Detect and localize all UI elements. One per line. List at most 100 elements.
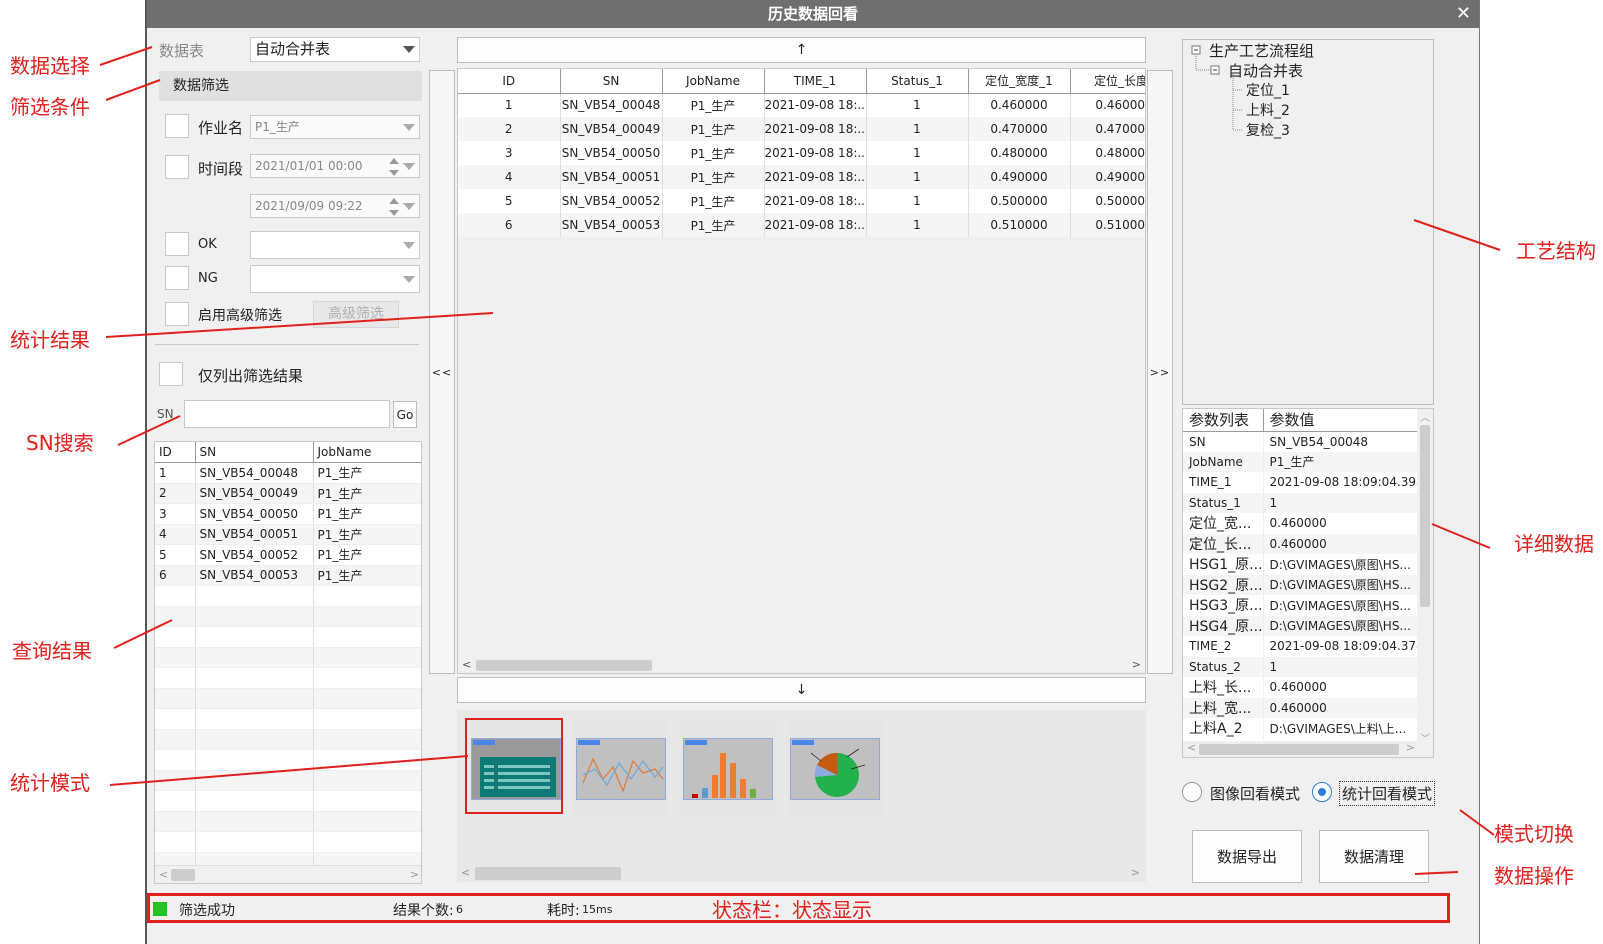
- advanced-filter-button[interactable]: 高级筛选: [313, 301, 399, 328]
- job-name-checkbox[interactable]: [165, 114, 189, 138]
- scrollbar-thumb[interactable]: [171, 869, 195, 881]
- table-row[interactable]: [155, 811, 421, 832]
- param-row[interactable]: 上料_宽... 0.460000: [1183, 697, 1420, 718]
- table-row[interactable]: [155, 790, 421, 812]
- data-clear-button[interactable]: 数据清理: [1319, 830, 1429, 883]
- param-row[interactable]: 定位_宽... 0.460000: [1183, 513, 1420, 534]
- tree-root[interactable]: 生产工艺流程组: [1209, 40, 1314, 61]
- table-row[interactable]: [155, 708, 421, 730]
- col-header[interactable]: TIME_1: [764, 69, 867, 94]
- ok-select[interactable]: [250, 231, 420, 259]
- scroll-right-icon[interactable]: >: [410, 868, 419, 881]
- horizontal-scrollbar[interactable]: < >: [457, 864, 1146, 882]
- horizontal-scrollbar[interactable]: < >: [1183, 741, 1433, 757]
- table-thumbnail[interactable]: [465, 718, 563, 814]
- stat-mode-label[interactable]: 统计回看模式: [1339, 781, 1436, 806]
- table-row[interactable]: 1 SN_VB54_00048 P1_生产: [155, 462, 421, 484]
- scroll-left-icon[interactable]: <: [461, 866, 470, 879]
- data-export-button[interactable]: 数据导出: [1192, 830, 1302, 883]
- table-row[interactable]: 6 SN_VB54_00053 P1_生产 2021-09-08 18:... 1 0.5…: [458, 213, 1145, 237]
- col-header[interactable]: 定位_宽度_1: [968, 69, 1071, 94]
- col-header-param-value[interactable]: 参数值: [1263, 409, 1420, 432]
- scroll-left-icon[interactable]: <: [462, 658, 471, 671]
- scroll-left-icon[interactable]: <: [159, 868, 168, 881]
- col-header-id[interactable]: ID: [155, 442, 196, 463]
- tree-leaf-2[interactable]: 上料_2: [1246, 100, 1290, 120]
- table-row[interactable]: [155, 585, 421, 607]
- col-header[interactable]: SN: [560, 69, 663, 94]
- table-row[interactable]: 5 SN_VB54_00052 P1_生产 2021-09-08 18:... 1 0.5…: [458, 189, 1145, 213]
- col-header-sn[interactable]: SN: [195, 442, 314, 463]
- image-mode-label[interactable]: 图像回看模式: [1210, 783, 1300, 804]
- job-name-select[interactable]: P1_生产: [250, 115, 420, 139]
- ok-checkbox[interactable]: [165, 232, 189, 256]
- param-row[interactable]: HSG3_原... D:\GVIMAGES\原图\HS...: [1183, 595, 1420, 616]
- scroll-left-icon[interactable]: <: [1187, 741, 1196, 754]
- col-header[interactable]: JobName: [662, 69, 765, 94]
- tree-leaf-1[interactable]: 定位_1: [1246, 80, 1290, 100]
- stat-mode-radio[interactable]: [1312, 782, 1332, 802]
- param-row[interactable]: TIME_2 2021-09-08 18:09:04.378: [1183, 636, 1420, 657]
- ng-select[interactable]: [250, 265, 420, 293]
- param-row[interactable]: SN SN_VB54_00048: [1183, 431, 1420, 452]
- collapse-left-button[interactable]: <<: [429, 70, 455, 674]
- image-mode-radio[interactable]: [1182, 782, 1202, 802]
- spinner-icon[interactable]: [389, 158, 399, 176]
- param-row[interactable]: Status_1 1: [1183, 492, 1420, 513]
- param-row[interactable]: JobName P1_生产: [1183, 451, 1420, 472]
- scrollbar-thumb[interactable]: [1199, 744, 1399, 755]
- table-row[interactable]: 4 SN_VB54_00051 P1_生产 2021-09-08 18:... 1 0.4…: [458, 165, 1145, 189]
- spinner-icon[interactable]: [389, 198, 399, 216]
- vertical-scrollbar[interactable]: ︿ ﹀: [1417, 409, 1433, 745]
- close-icon[interactable]: ✕: [1456, 0, 1471, 28]
- table-row[interactable]: [155, 647, 421, 668]
- table-row[interactable]: 5 SN_VB54_00052 P1_生产: [155, 544, 421, 566]
- scroll-up-button[interactable]: ↑: [457, 37, 1146, 63]
- table-row[interactable]: [155, 729, 421, 750]
- table-row[interactable]: [155, 667, 421, 689]
- scrollbar-thumb[interactable]: [476, 660, 652, 671]
- scrollbar-thumb[interactable]: [475, 867, 621, 880]
- col-header[interactable]: Status_1: [866, 69, 969, 94]
- go-button[interactable]: Go: [393, 401, 417, 428]
- table-row[interactable]: [155, 770, 421, 791]
- col-header[interactable]: 定位_长度_: [1070, 69, 1145, 94]
- time-period-checkbox[interactable]: [165, 155, 189, 179]
- table-row[interactable]: 6 SN_VB54_00053 P1_生产: [155, 565, 421, 586]
- table-row[interactable]: [155, 831, 421, 853]
- period-start-picker[interactable]: 2021/01/01 00:00: [250, 154, 420, 178]
- horizontal-scrollbar[interactable]: < >: [458, 657, 1145, 673]
- col-header-jobname[interactable]: JobName: [313, 442, 421, 463]
- line-chart-thumbnail[interactable]: [572, 720, 670, 816]
- table-row[interactable]: [155, 749, 421, 771]
- bar-chart-thumbnail[interactable]: [679, 720, 777, 816]
- table-row[interactable]: 4 SN_VB54_00051 P1_生产: [155, 524, 421, 545]
- param-row[interactable]: 上料_长... 0.460000: [1183, 677, 1420, 698]
- param-row[interactable]: HSG4_原... D:\GVIMAGES\原图\HS...: [1183, 615, 1420, 636]
- param-row[interactable]: HSG2_原... D:\GVIMAGES\原图\HS...: [1183, 574, 1420, 595]
- scrollbar-thumb[interactable]: [1420, 425, 1430, 607]
- param-row[interactable]: HSG1_原... D:\GVIMAGES\原图\HS...: [1183, 554, 1420, 575]
- tree-child[interactable]: 自动合并表: [1228, 60, 1303, 81]
- expand-right-button[interactable]: >>: [1147, 70, 1173, 674]
- advanced-filter-checkbox[interactable]: [165, 302, 189, 326]
- list-only-checkbox[interactable]: [159, 362, 183, 386]
- pie-chart-thumbnail[interactable]: [786, 720, 884, 816]
- table-row[interactable]: [155, 606, 421, 627]
- table-row[interactable]: 1 SN_VB54_00048 P1_生产 2021-09-08 18:... 1 0.4…: [458, 93, 1145, 117]
- param-row[interactable]: Status_2 1: [1183, 656, 1420, 677]
- tree-leaf-3[interactable]: 复检_3: [1246, 120, 1290, 140]
- scroll-right-icon[interactable]: >: [1131, 866, 1140, 879]
- data-table-select[interactable]: 自动合并表: [250, 37, 420, 62]
- ng-checkbox[interactable]: [165, 266, 189, 290]
- period-end-picker[interactable]: 2021/09/09 09:22: [250, 194, 420, 218]
- param-row[interactable]: 定位_长... 0.460000: [1183, 533, 1420, 554]
- scroll-down-button[interactable]: ↓: [457, 677, 1146, 703]
- param-row[interactable]: TIME_1 2021-09-08 18:09:04.398: [1183, 472, 1420, 493]
- horizontal-scrollbar[interactable]: < >: [155, 865, 421, 883]
- table-row[interactable]: [155, 688, 421, 709]
- scroll-right-icon[interactable]: >: [1132, 658, 1141, 671]
- table-row[interactable]: [155, 626, 421, 648]
- col-header-param-name[interactable]: 参数列表: [1183, 409, 1264, 432]
- col-header[interactable]: ID: [458, 69, 561, 94]
